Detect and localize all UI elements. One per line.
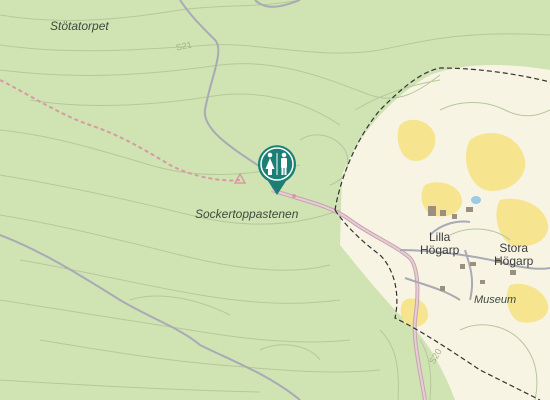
place-label-stora-hogarp: Stora Högarp: [494, 242, 533, 267]
pond: [471, 196, 481, 204]
place-label-museum: Museum: [474, 294, 517, 306]
map-pin-icon: [258, 145, 296, 195]
place-label-sockertoppastenen: Sockertoppastenen: [195, 207, 299, 221]
place-label-lilla-hogarp: Lilla Högarp: [420, 231, 459, 256]
restroom-icon[interactable]: [254, 145, 300, 197]
place-label-stora-line2: Högarp: [494, 253, 534, 268]
map-canvas[interactable]: Stötatorpet Sockertoppastenen Museum Lil…: [0, 0, 550, 400]
map-base: [0, 0, 550, 400]
place-label-stotatorpet: Stötatorpet: [50, 19, 109, 33]
place-label-lilla-line2: Högarp: [420, 242, 460, 257]
place-label-stora-line1: Stora: [499, 241, 529, 255]
place-label-lilla-line1: Lilla: [429, 230, 451, 244]
